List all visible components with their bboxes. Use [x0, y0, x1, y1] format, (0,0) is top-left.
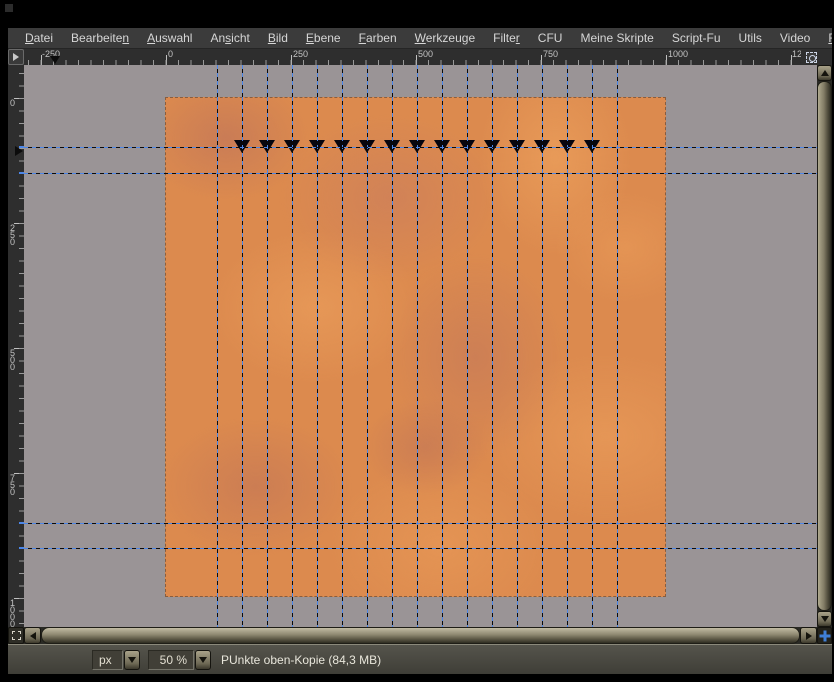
vertical-scrollbar-thumb[interactable]: [817, 81, 832, 611]
scroll-down-button[interactable]: [817, 611, 832, 627]
v-ruler-label: 250: [10, 223, 16, 247]
h-ruler-label: 1250: [792, 49, 801, 59]
h-ruler-label: 750: [543, 49, 559, 59]
quick-mask-icon: [11, 631, 21, 640]
unit-value: px: [99, 652, 112, 667]
gimp-window: Datei Bearbeiten Auswahl Ansicht Bild Ebene Fa…: [8, 28, 832, 674]
unit-field[interactable]: px: [92, 649, 123, 670]
vertical-guide[interactable]: [242, 65, 243, 627]
menu-item-bearbeiten[interactable]: Bearbeiten: [62, 29, 138, 47]
image-menu-arrow-icon: [13, 53, 19, 61]
menu-item-datei[interactable]: Datei: [16, 29, 62, 47]
h-ruler-label: 1000: [668, 49, 689, 59]
vertical-guide[interactable]: [542, 65, 543, 627]
menu-item-utils[interactable]: Utils: [730, 29, 771, 47]
menu-item-filter[interactable]: Filter: [484, 29, 529, 47]
zoom-value: 50 %: [159, 652, 187, 667]
image-menu-button[interactable]: [8, 49, 24, 65]
window-titlebar: [0, 0, 834, 28]
horizontal-scrollbar-thumb[interactable]: [41, 627, 800, 644]
vertical-guide[interactable]: [592, 65, 593, 627]
main-row: 0 250 500 750 1000: [8, 65, 832, 627]
h-ruler-pointer-icon: [50, 56, 60, 64]
v-ruler-label: 0: [10, 98, 16, 108]
horizontal-scrollbar[interactable]: [8, 627, 832, 644]
menu-item-ebene[interactable]: Ebene: [297, 29, 350, 47]
scroll-right-button[interactable]: [800, 627, 817, 644]
chevron-down-icon: [128, 656, 136, 663]
unit-dropdown-button[interactable]: [124, 649, 140, 670]
h-ruler-label: 0: [168, 49, 174, 59]
menu-item-auswahl[interactable]: Auswahl: [138, 29, 201, 47]
chevron-down-icon: [199, 656, 207, 663]
horizontal-guide[interactable]: [24, 173, 817, 174]
zoom-field[interactable]: 50 %: [148, 649, 194, 670]
menu-item-bild[interactable]: Bild: [259, 29, 297, 47]
vertical-guide[interactable]: [567, 65, 568, 627]
status-bar: px 50 % PUnkte oben-Kopie (84,3 MB): [8, 644, 832, 674]
zoom-follow-window-icon: [806, 51, 817, 63]
vertical-guide[interactable]: [317, 65, 318, 627]
image-canvas[interactable]: [165, 97, 666, 597]
v-ruler-pointer-icon: [15, 146, 23, 156]
v-ruler-label: 750: [10, 473, 16, 497]
h-ruler-label: 500: [418, 49, 434, 59]
vertical-guide[interactable]: [417, 65, 418, 627]
horizontal-guide[interactable]: [24, 523, 817, 524]
vertical-guide[interactable]: [342, 65, 343, 627]
arrow-left-icon: [29, 631, 36, 640]
window-icon: [5, 4, 13, 12]
vertical-guide[interactable]: [267, 65, 268, 627]
vertical-scrollbar[interactable]: [817, 65, 832, 627]
arrow-right-icon: [805, 631, 812, 640]
menu-item-script-fu[interactable]: Script-Fu: [663, 29, 730, 47]
vertical-guide[interactable]: [292, 65, 293, 627]
navigation-button[interactable]: [817, 627, 832, 644]
horizontal-guide[interactable]: [24, 147, 817, 148]
menu-item-meine-skripte[interactable]: Meine Skripte: [571, 29, 662, 47]
menu-bar: Datei Bearbeiten Auswahl Ansicht Bild Ebene Fa…: [8, 28, 832, 49]
v-ruler-label: 500: [10, 348, 16, 372]
vertical-guide[interactable]: [442, 65, 443, 627]
horizontal-ruler[interactable]: -250025050075010001250: [24, 49, 801, 65]
horizontal-guide[interactable]: [24, 548, 817, 549]
vertical-guide[interactable]: [517, 65, 518, 627]
vertical-guide[interactable]: [467, 65, 468, 627]
ruler-row: -250025050075010001250: [8, 49, 832, 65]
h-ruler-label: 250: [293, 49, 309, 59]
menu-item-fenster[interactable]: Fenster: [819, 29, 832, 47]
position-field: [12, 650, 84, 670]
canvas-viewport[interactable]: [24, 65, 817, 627]
menu-item-werkzeuge[interactable]: Werkzeuge: [406, 29, 484, 47]
vertical-guide[interactable]: [617, 65, 618, 627]
navigation-icon: [819, 630, 830, 641]
zoom-dropdown-button[interactable]: [195, 649, 211, 670]
v-ruler-label: 1000: [10, 598, 16, 628]
vertical-guide[interactable]: [392, 65, 393, 627]
vertical-guide[interactable]: [492, 65, 493, 627]
menu-item-cfu[interactable]: CFU: [529, 29, 572, 47]
vertical-guide[interactable]: [367, 65, 368, 627]
zoom-follow-window-toggle[interactable]: [801, 49, 832, 65]
arrow-down-icon: [820, 616, 829, 622]
vertical-ruler[interactable]: 0 250 500 750 1000: [8, 65, 24, 627]
scroll-left-button[interactable]: [24, 627, 41, 644]
menu-item-video[interactable]: Video: [771, 29, 819, 47]
menu-item-farben[interactable]: Farben: [350, 29, 406, 47]
scroll-up-button[interactable]: [817, 65, 832, 81]
quick-mask-toggle[interactable]: [8, 627, 24, 644]
vertical-guide[interactable]: [217, 65, 218, 627]
menu-item-ansicht[interactable]: Ansicht: [201, 29, 258, 47]
arrow-up-icon: [820, 70, 829, 76]
status-message: PUnkte oben-Kopie (84,3 MB): [221, 652, 382, 667]
